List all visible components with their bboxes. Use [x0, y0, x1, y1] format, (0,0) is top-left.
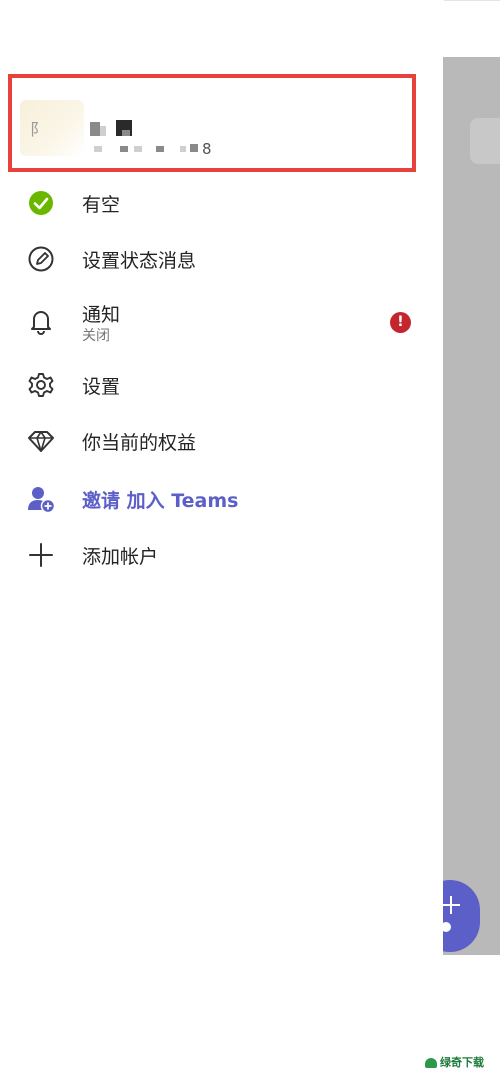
avatar[interactable]: 阝	[20, 100, 84, 156]
menu-item-status[interactable]: 有空	[0, 174, 443, 230]
menu-item-notifications-sub: 关闭	[82, 328, 110, 344]
notifications-alert-badge: !	[390, 312, 411, 333]
profile-phone-suffix: 8	[202, 140, 212, 158]
account-drawer: 阝 8 有空 设置状态消息 通知 关闭 ! 设置 你当前的权益 邀请 加入 Te…	[0, 0, 443, 1082]
bell-icon	[31, 311, 51, 335]
diamond-icon	[28, 431, 54, 452]
menu-item-notifications[interactable]: 通知 关闭	[0, 290, 443, 350]
gear-icon	[28, 373, 54, 397]
watermark: 绿奇下载	[425, 1054, 484, 1070]
menu-item-invite[interactable]: 邀请 加入 Teams	[0, 470, 443, 526]
menu-item-settings[interactable]: 设置	[0, 356, 443, 412]
menu-item-set-status-message-label: 设置状态消息	[82, 250, 197, 272]
menu-item-add-account-label: 添加帐户	[82, 546, 159, 568]
menu-item-invite-label: 邀请 加入 Teams	[82, 490, 239, 512]
person-add-icon	[28, 487, 56, 514]
plus-icon	[442, 896, 460, 914]
background-search-pill	[470, 118, 500, 164]
top-strip	[444, 0, 500, 5]
menu-item-set-status-message[interactable]: 设置状态消息	[0, 230, 443, 286]
background-dim-overlay[interactable]	[443, 57, 500, 955]
menu-item-add-account[interactable]: 添加帐户	[0, 526, 443, 582]
menu-item-notifications-label: 通知	[82, 304, 121, 326]
profile-card[interactable]: 阝 8	[8, 74, 416, 172]
menu-item-benefits[interactable]: 你当前的权益	[0, 412, 443, 468]
available-check-icon	[29, 191, 53, 215]
avatar-initial: 阝	[30, 120, 47, 139]
watermark-text: 绿奇下载	[440, 1056, 484, 1069]
edit-pen-icon	[28, 246, 54, 272]
menu-item-settings-label: 设置	[82, 376, 121, 398]
menu-item-status-label: 有空	[82, 194, 121, 216]
leaf-logo-icon	[425, 1058, 437, 1068]
plus-icon	[29, 543, 53, 567]
menu-item-benefits-label: 你当前的权益	[82, 432, 197, 454]
